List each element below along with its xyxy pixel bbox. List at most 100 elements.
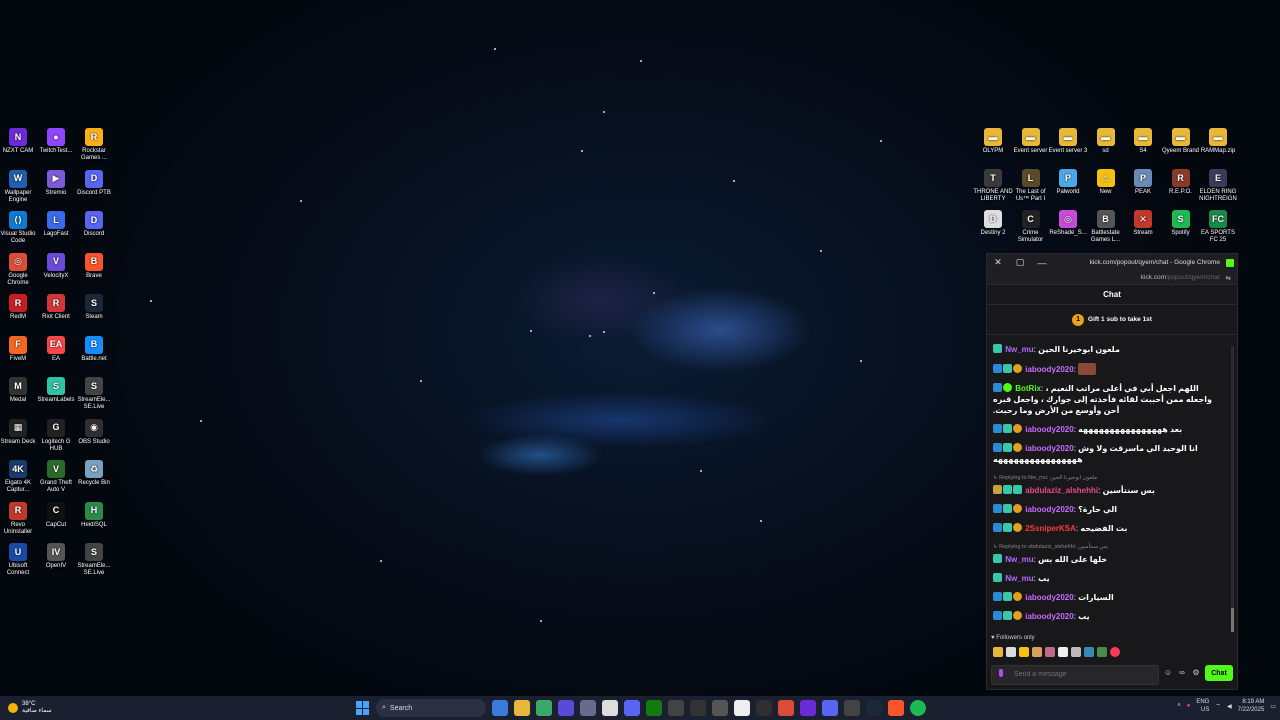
steam-icon[interactable] [866,700,882,716]
chat-username[interactable]: iaboody2020 [1023,444,1073,453]
emote-icon[interactable] [1019,647,1029,657]
chat-username[interactable]: 2SsniperKSA [1023,524,1076,533]
desktop-icon[interactable]: S Steam [74,294,114,321]
kick-extension-icon[interactable] [1226,258,1234,267]
app-icon[interactable] [624,700,640,716]
desktop-icon[interactable]: M Medal [0,377,38,404]
desktop-icon[interactable]: 4K Elgato 4K Captur... [0,460,38,494]
desktop-icon[interactable]: ⚠ New [1086,169,1126,196]
desktop-icon[interactable]: L LagoFast [36,211,76,238]
close-icon[interactable]: ✕ [987,257,1009,268]
desktop-icon[interactable]: ▬ Event server 3 [1048,128,1088,155]
desktop-icon[interactable]: W Wallpaper Engine [0,169,38,204]
desktop-icon[interactable]: S StreamEle... SE.Live [74,377,114,411]
chat-scrollbar[interactable] [1231,346,1234,632]
emote-icon[interactable] [1032,647,1042,657]
emoji-icon[interactable]: ☺ [1163,668,1173,678]
discord-icon[interactable] [822,700,838,716]
app-icon[interactable] [844,700,860,716]
app-icon[interactable] [734,700,750,716]
chat-username[interactable]: iaboody2020 [1023,365,1073,374]
emote-icon[interactable] [1071,647,1081,657]
emote-icon[interactable] [1006,647,1016,657]
emote-icon[interactable] [1058,647,1068,657]
desktop-icon[interactable]: L The Last of Us™ Part I [1011,169,1051,203]
desktop-icon[interactable]: S StreamLabels [36,377,76,404]
taskbar-search[interactable]: ⌕ Search [376,699,486,717]
wifi-icon[interactable]: ⌔ [1215,702,1221,710]
desktop-icon[interactable]: ✕ Stream [1123,210,1163,237]
emote-icon[interactable] [1110,647,1120,657]
minimize-icon[interactable]: — [1031,258,1053,268]
desktop-icon[interactable]: ▶ Stremio [36,169,76,197]
desktop-icon[interactable]: E ELDEN RING NIGHTREIGN [1198,169,1238,203]
language-indicator[interactable]: ENG US [1196,698,1209,714]
url-bar[interactable]: kick.com/popout/qyem/chat ⇆ [987,271,1237,285]
weather-widget[interactable]: 38°C سماء صافية [8,701,208,715]
desktop-icon[interactable]: ▦ Stream Deck [0,418,38,446]
app-icon[interactable] [690,700,706,716]
emote-icon[interactable] [1084,647,1094,657]
maximize-icon[interactable]: ▢ [1009,257,1031,268]
desktop-icon[interactable]: B Battle.net [74,335,114,363]
desktop-icon[interactable]: R Revo Uninstaller [0,501,38,536]
reply-context[interactable]: ↳ Replying to abdulaziz_alshehhi: بس سنت… [993,542,1223,553]
desktop-icon[interactable]: EA EA [36,335,76,363]
desktop-icon[interactable]: F FiveM [0,335,38,363]
desktop-icon[interactable]: ◎ ReShade_S... [1048,210,1088,237]
app-icon[interactable] [558,700,574,716]
gear-icon[interactable]: ⚙ [1191,668,1201,678]
gift-sub-banner[interactable]: 1 Gift 1 sub to take 1st [987,305,1237,335]
chat-message[interactable]: 2SsniperKSA: بت الفضيحه [993,523,1223,534]
desktop-icon[interactable]: ◉ OBS Studio [74,418,114,446]
chat-username[interactable]: Nw_mu [1003,345,1033,354]
app-icon[interactable] [580,700,596,716]
brave-icon[interactable] [888,700,904,716]
desktop-icon[interactable]: R RedM [0,294,38,321]
chat-message[interactable]: iaboody2020: انا الوحيد الي ماسرقت ولا و… [993,443,1223,465]
desktop-icon[interactable]: C CapCut [36,501,76,529]
translate-icon[interactable]: ⇆ [1226,274,1231,282]
chat-message[interactable]: iaboody2020: السيارات [993,592,1223,603]
chat-username[interactable]: Nw_mu [1003,555,1033,564]
chat-send-button[interactable]: Chat [1205,665,1233,681]
desktop-icon[interactable]: D Discord [74,211,114,238]
desktop-icon[interactable]: R Rockstar Games ... [74,128,114,162]
app-icon[interactable] [602,700,618,716]
chat-message[interactable]: ↳ Replying to abdulaziz_alshehhi: بس سنت… [993,542,1223,565]
desktop-icon[interactable]: B Brave [74,252,114,280]
chat-message[interactable]: Nw_mu: ملعون ابوخيرنا الحين [993,344,1223,355]
desktop-icon[interactable]: ● TwitchTest... [36,128,76,155]
desktop-icon[interactable]: ▬ Qyeem Brand [1161,128,1201,155]
chat-message[interactable]: ↳ Replying to Nw_mu: ملعون ابوخيرنا الحي… [993,473,1223,496]
app-icon[interactable] [712,700,728,716]
desktop-icon[interactable]: ▬ S4 [1123,128,1163,155]
desktop-icon[interactable]: P Palworld [1048,169,1088,196]
chat-message[interactable]: iaboody2020: بعد ههههههههههههههههه [993,424,1223,435]
desktop-icon[interactable]: ♻ Recycle Bin [74,460,114,487]
desktop-icon[interactable]: ▬ Event server [1011,128,1051,155]
xbox-icon[interactable] [646,700,662,716]
desktop-icon[interactable]: R Riot Client [36,294,76,321]
start-icon[interactable] [356,701,370,715]
file-explorer-icon[interactable] [514,700,530,716]
chat-message[interactable]: iaboody2020: [993,363,1223,375]
chat-username[interactable]: abdulaziz_alshehhi [1023,486,1098,495]
chrome-icon[interactable] [778,700,794,716]
points-icon[interactable]: ∞ [1177,668,1187,678]
desktop-icon[interactable]: D Discord PTB [74,169,114,197]
desktop-icon[interactable]: T THRONE AND LIBERTY [973,169,1013,203]
chat-username[interactable]: iaboody2020 [1023,425,1073,434]
app-icon[interactable] [668,700,684,716]
clock[interactable]: 8:19 AM 7/22/2025 [1238,698,1265,714]
reply-context[interactable]: ↳ Replying to Nw_mu: ملعون ابوخيرنا الحي… [993,473,1223,484]
desktop-icon[interactable]: ▬ RAMMap.zip [1198,128,1238,155]
app-icon[interactable] [536,700,552,716]
obs-icon[interactable] [756,700,772,716]
desktop-icon[interactable]: B Battlestate Games L... [1086,210,1126,244]
desktop-icon[interactable]: FC EA SPORTS FC 25 [1198,210,1238,244]
chat-message[interactable]: iaboody2020: الي حارة؟ [993,504,1223,515]
desktop-icon[interactable]: ▬ sd [1086,128,1126,155]
desktop-icon[interactable]: D Destiny 2 [973,210,1013,237]
desktop-icon[interactable]: R R.E.P.O. [1161,169,1201,196]
